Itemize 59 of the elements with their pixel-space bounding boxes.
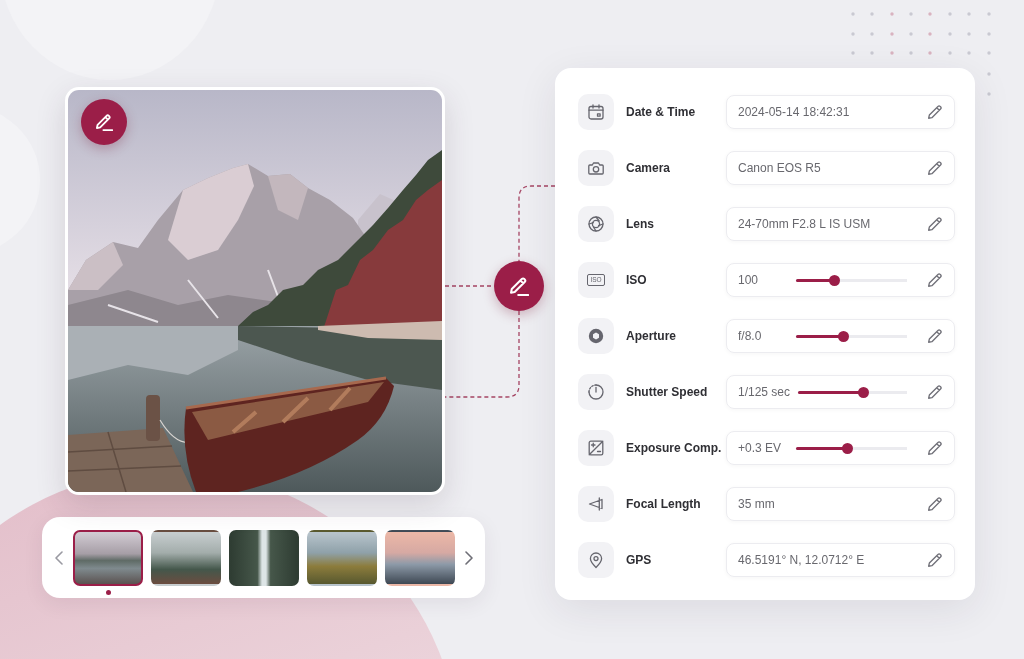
value-field[interactable]: +0.3 EV (726, 431, 955, 465)
cone-icon (578, 486, 614, 522)
value-field[interactable]: 24-70mm F2.8 L IS USM (726, 207, 955, 241)
pencil-icon[interactable] (928, 497, 942, 511)
field-label: Aperture (626, 329, 677, 343)
field-value: 1/125 sec (738, 385, 791, 399)
pencil-icon[interactable] (928, 329, 942, 343)
field-label: Date & Time (626, 105, 697, 119)
chevron-right-icon[interactable] (465, 550, 473, 565)
field-label: Focal Length (626, 497, 702, 511)
field-label: Exposure Comp. (626, 441, 723, 455)
value-field[interactable]: 2024-05-14 18:42:31 (726, 95, 955, 129)
value-field[interactable]: Canon EOS R5 (726, 151, 955, 185)
pencil-icon (95, 113, 113, 131)
value-field[interactable]: 35 mm (726, 487, 955, 521)
camera-icon (578, 150, 614, 186)
pencil-icon[interactable] (928, 273, 942, 287)
value-field[interactable]: f/8.0 (726, 319, 955, 353)
pencil-icon[interactable] (928, 105, 942, 119)
photo-thumbnail[interactable] (151, 530, 221, 586)
indicator-dot-icon (105, 590, 111, 595)
field-value: Canon EOS R5 (738, 161, 821, 175)
slider-thumb[interactable] (857, 386, 869, 398)
value-field[interactable]: 46.5191° N, 12.0712° E (726, 543, 955, 577)
field-value: f/8.0 (738, 329, 763, 343)
field-value: 2024-05-14 18:42:31 (738, 105, 850, 119)
aperture-icon (578, 318, 614, 354)
field-value: 35 mm (738, 497, 775, 511)
chevron-left-icon[interactable] (55, 550, 63, 565)
slider-thumb[interactable] (838, 330, 850, 342)
field-value: +0.3 EV (738, 441, 783, 455)
photo-thumbnail[interactable] (229, 530, 299, 586)
pencil-icon (509, 276, 529, 296)
photo-thumbnail[interactable] (307, 530, 377, 586)
map-pin-icon (578, 542, 614, 578)
slider-thumb[interactable] (829, 274, 841, 286)
photo-thumbnail[interactable] (385, 530, 455, 586)
pencil-icon[interactable] (928, 441, 942, 455)
photo-thumbnail[interactable] (73, 530, 143, 586)
pencil-icon[interactable] (928, 161, 942, 175)
value-field[interactable]: 1/125 sec (726, 375, 955, 409)
field-label: ISO (626, 273, 648, 287)
slider-thumb[interactable] (841, 442, 853, 454)
field-label: Camera (626, 161, 672, 175)
field-label: Lens (626, 217, 655, 231)
edit-button[interactable] (494, 261, 544, 311)
calendar-icon (578, 94, 614, 130)
value-field[interactable]: 100 (726, 263, 955, 297)
field-value: 46.5191° N, 12.0712° E (738, 553, 865, 567)
field-value: 100 (738, 273, 760, 287)
field-label: GPS (626, 553, 653, 567)
field-value: 24-70mm F2.8 L IS USM (738, 217, 871, 231)
pencil-icon[interactable] (928, 217, 942, 231)
pencil-icon[interactable] (928, 385, 942, 399)
lens-icon (578, 206, 614, 242)
exposure-icon (578, 430, 614, 466)
field-label: Shutter Speed (626, 385, 709, 399)
timer-icon (578, 374, 614, 410)
pencil-icon[interactable] (928, 553, 942, 567)
